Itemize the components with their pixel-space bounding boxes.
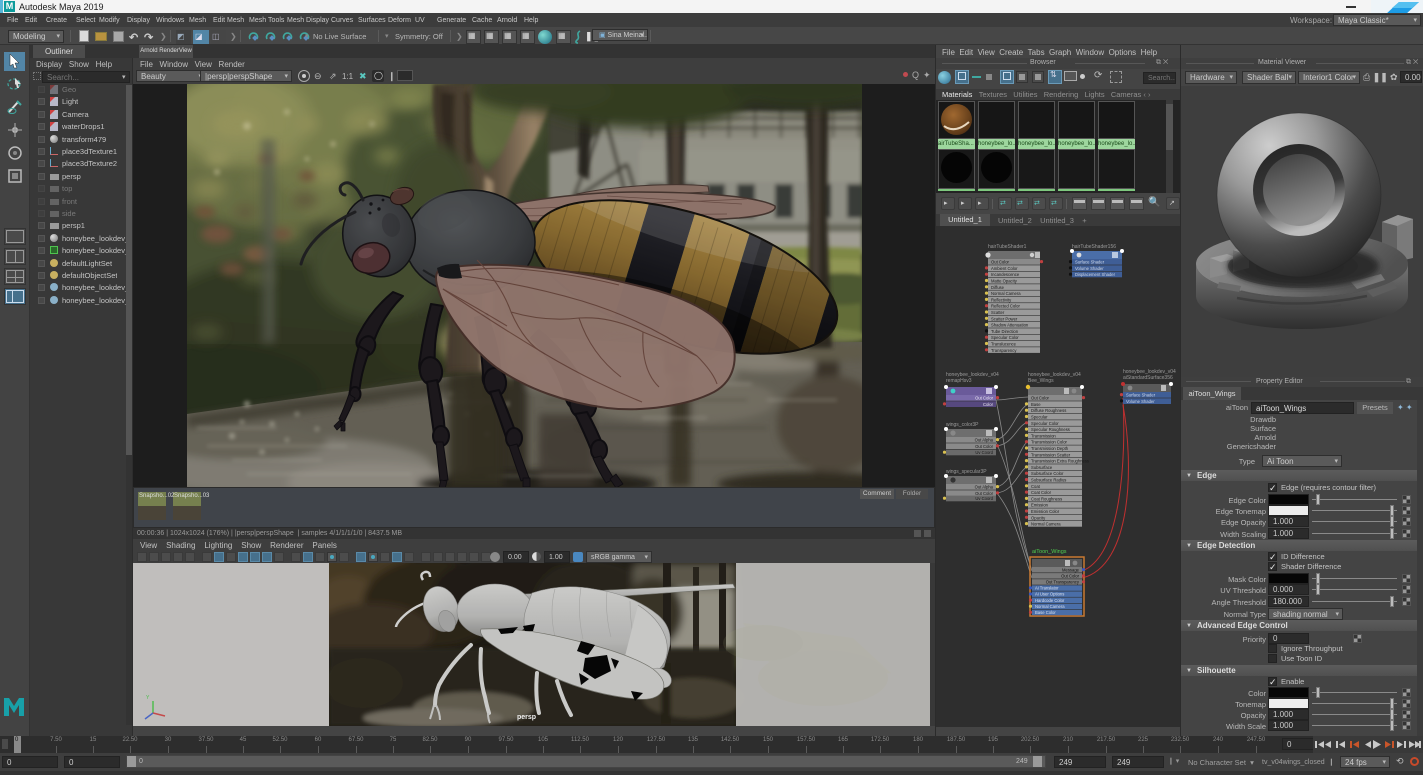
svg-text:Translucence: Translucence [991, 342, 1017, 347]
svg-text:Matte Opacity: Matte Opacity [991, 279, 1018, 284]
svg-text:hairTubeShader156: hairTubeShader156 [1072, 244, 1116, 250]
svg-text:Volume Shader: Volume Shader [1075, 266, 1104, 271]
svg-text:Normal Camera: Normal Camera [991, 291, 1021, 296]
svg-text:Ai Translator: Ai Translator [1035, 586, 1059, 591]
svg-text:wings_color3P: wings_color3P [946, 422, 979, 428]
svg-text:Transmission: Transmission [1031, 433, 1056, 438]
svg-text:Reflected Color: Reflected Color [991, 304, 1020, 309]
svg-text:Normal Camera: Normal Camera [1031, 522, 1061, 527]
svg-text:Shadow Attenuation: Shadow Attenuation [991, 323, 1029, 328]
svg-text:aiStandardSurface356: aiStandardSurface356 [1123, 375, 1173, 381]
svg-text:Specular Color: Specular Color [991, 335, 1019, 340]
svg-text:Specular Color: Specular Color [1031, 421, 1059, 426]
svg-text:Subsurface Radius: Subsurface Radius [1031, 478, 1066, 483]
svg-text:Out Alpha: Out Alpha [975, 438, 994, 443]
svg-text:Transparency: Transparency [991, 348, 1017, 353]
svg-text:Displacement Shader: Displacement Shader [1075, 272, 1116, 277]
svg-text:Bee_Wings: Bee_Wings [1028, 378, 1054, 384]
svg-text:Out Color: Out Color [991, 260, 1010, 265]
svg-text:Transmission Depth: Transmission Depth [1031, 446, 1069, 451]
svg-text:Out Color: Out Color [975, 444, 994, 449]
svg-text:Scatter Power: Scatter Power [991, 316, 1018, 321]
svg-text:Tube Direction: Tube Direction [991, 329, 1019, 334]
svg-text:Coat Color: Coat Color [1031, 490, 1052, 495]
svg-text:remapHsv3: remapHsv3 [946, 378, 972, 384]
svg-text:Reflectivity: Reflectivity [991, 297, 1012, 302]
svg-text:Subsurface: Subsurface [1031, 465, 1053, 470]
svg-text:Transmission Scatter: Transmission Scatter [1031, 452, 1071, 457]
svg-text:Out Color: Out Color [1031, 396, 1050, 401]
svg-text:Ai User Options: Ai User Options [1035, 592, 1064, 597]
svg-text:Coat Roughness: Coat Roughness [1031, 496, 1062, 501]
svg-text:Base Color: Base Color [1035, 610, 1056, 615]
svg-text:Specular Roughness: Specular Roughness [1031, 427, 1070, 432]
svg-text:Emission: Emission [1031, 503, 1049, 508]
svg-text:Diffuse Roughness: Diffuse Roughness [1031, 408, 1066, 413]
svg-text:Coat: Coat [1031, 484, 1041, 489]
svg-text:Transmission Extra Roughness: Transmission Extra Roughness [1031, 459, 1089, 464]
svg-text:Surface Shader: Surface Shader [1126, 393, 1156, 398]
svg-text:Hardcode Color: Hardcode Color [1035, 598, 1065, 603]
svg-text:Out Color: Out Color [975, 396, 994, 401]
svg-text:Ambient Color: Ambient Color [991, 266, 1018, 271]
svg-text:Volume Shader: Volume Shader [1126, 399, 1155, 404]
svg-text:Color: Color [983, 402, 994, 407]
svg-text:Subsurface Color: Subsurface Color [1031, 471, 1064, 476]
svg-text:Diffuse: Diffuse [991, 285, 1005, 290]
svg-text:Out Color: Out Color [1061, 573, 1080, 578]
svg-text:Surface Shader: Surface Shader [1075, 260, 1105, 265]
svg-text:Out Alpha: Out Alpha [975, 485, 994, 490]
svg-text:Transmission Color: Transmission Color [1031, 440, 1068, 445]
svg-text:wings_specular3P: wings_specular3P [946, 469, 987, 475]
svg-text:aiToon_Wings: aiToon_Wings [1032, 549, 1067, 555]
svg-text:Scatter: Scatter [991, 310, 1005, 315]
svg-text:Normal Camera: Normal Camera [1035, 604, 1065, 609]
svg-text:Opacity: Opacity [1031, 515, 1046, 520]
svg-text:Base: Base [1031, 402, 1041, 407]
svg-text:Uv Coord: Uv Coord [975, 496, 993, 501]
svg-text:Out Color: Out Color [975, 491, 994, 496]
svg-text:Message: Message [1062, 567, 1080, 572]
svg-text:hairTubeShader1: hairTubeShader1 [988, 244, 1027, 250]
svg-text:Specular: Specular [1031, 415, 1048, 420]
svg-text:Uv Coord: Uv Coord [975, 450, 993, 455]
svg-text:Incandescence: Incandescence [991, 272, 1020, 277]
svg-text:Out Transparency: Out Transparency [1046, 580, 1080, 585]
svg-text:Emission Color: Emission Color [1031, 509, 1060, 514]
